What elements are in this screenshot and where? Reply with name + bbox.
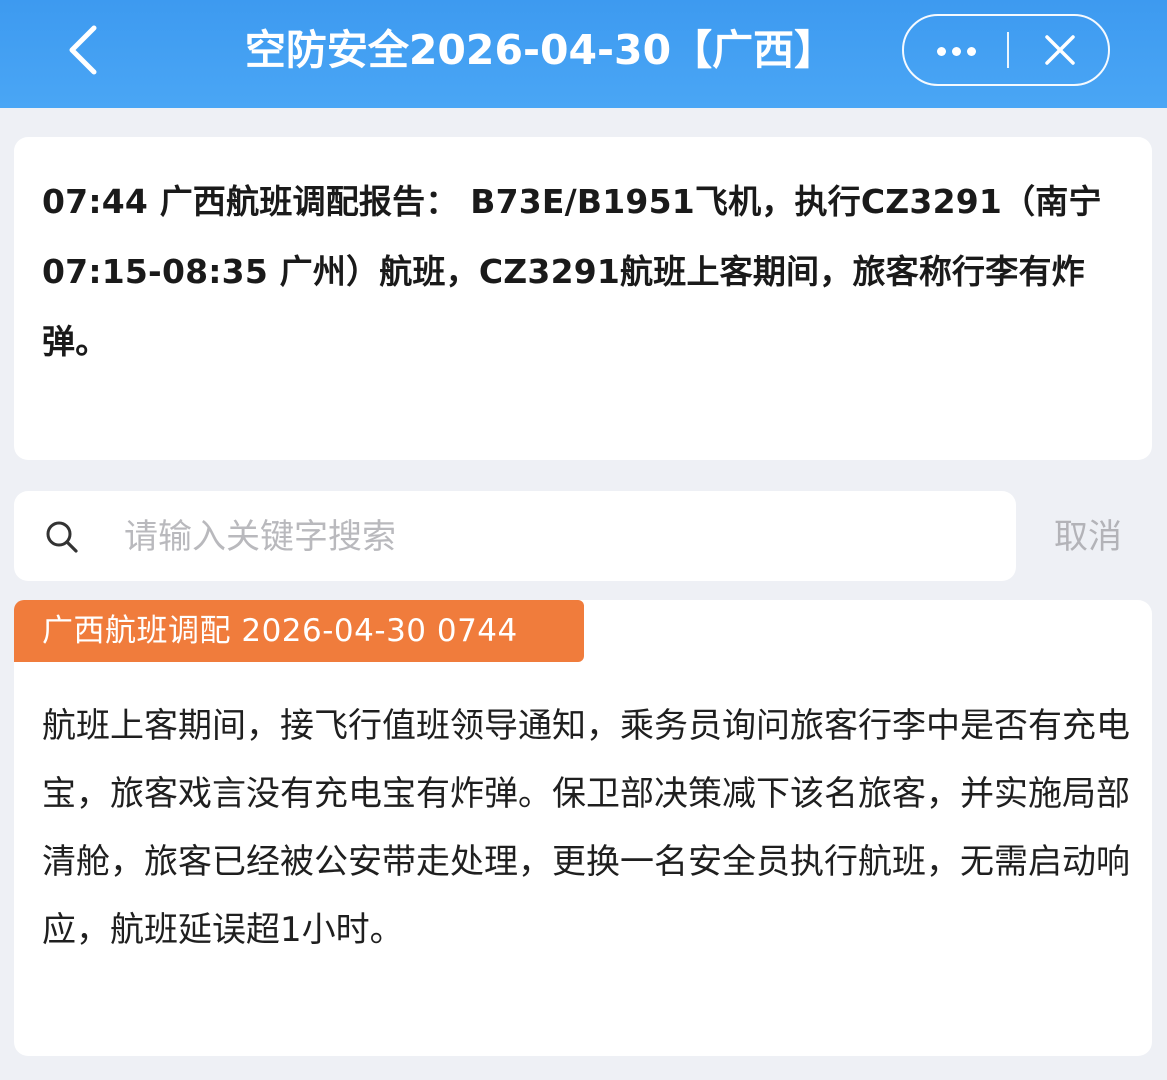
app-page: 空防安全2026-04-30【广西】 07:44 广西航班调配报告： B73E/… bbox=[0, 0, 1167, 1080]
title-bar: 空防安全2026-04-30【广西】 bbox=[0, 0, 1167, 108]
report-card: 07:44 广西航班调配报告： B73E/B1951飞机，执行CZ3291（南宁… bbox=[14, 137, 1152, 460]
more-button[interactable] bbox=[904, 16, 1008, 84]
mini-program-capsule bbox=[902, 14, 1110, 86]
search-icon bbox=[46, 521, 78, 553]
report-text: 07:44 广西航班调配报告： B73E/B1951飞机，执行CZ3291（南宁… bbox=[42, 182, 1102, 361]
capsule-divider bbox=[1007, 32, 1009, 68]
search-bar[interactable] bbox=[14, 491, 1016, 581]
detail-card: 广西航班调配 2026-04-30 0744 航班上客期间，接飞行值班领导通知，… bbox=[14, 600, 1152, 1056]
close-button[interactable] bbox=[1010, 16, 1110, 84]
chevron-left-icon bbox=[69, 25, 97, 75]
close-icon bbox=[1045, 35, 1075, 65]
detail-body: 航班上客期间，接飞行值班领导通知，乘务员询问旅客行李中是否有充电宝，旅客戏言没有… bbox=[42, 706, 1130, 950]
source-tag: 广西航班调配 2026-04-30 0744 bbox=[14, 600, 584, 662]
more-dots-icon bbox=[934, 41, 979, 60]
search-input[interactable] bbox=[122, 507, 986, 567]
page-title: 空防安全2026-04-30【广西】 bbox=[244, 26, 836, 74]
cancel-button[interactable]: 取消 bbox=[1038, 510, 1138, 564]
back-button[interactable] bbox=[52, 18, 116, 82]
